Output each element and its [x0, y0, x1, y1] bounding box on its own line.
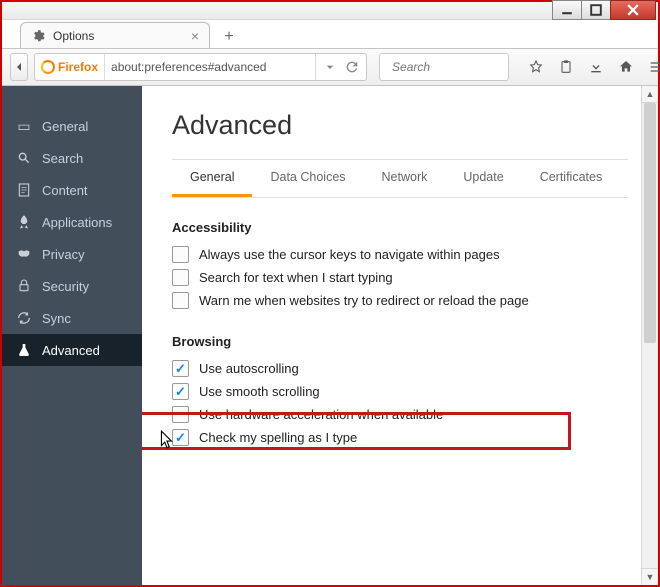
firefox-badge: Firefox: [35, 54, 105, 80]
sync-icon: [16, 310, 32, 326]
checkbox-label: Use autoscrolling: [199, 361, 299, 376]
subtab-network[interactable]: Network: [364, 160, 446, 197]
window-minimize-button[interactable]: [552, 0, 582, 20]
sidebar-item-label: Advanced: [42, 343, 100, 358]
checkbox-hardware-acceleration[interactable]: [172, 406, 189, 423]
section-accessibility-title: Accessibility: [172, 220, 628, 235]
rocket-icon: [16, 214, 32, 230]
checkbox-autoscrolling[interactable]: [172, 360, 189, 377]
download-icon: [588, 59, 604, 75]
bookmark-star-button[interactable]: [521, 53, 551, 81]
document-icon: [16, 182, 32, 198]
tab-close-icon[interactable]: ×: [191, 28, 199, 44]
checkbox-label: Use smooth scrolling: [199, 384, 320, 399]
search-box[interactable]: [379, 53, 509, 81]
checkbox-cursor-keys[interactable]: [172, 246, 189, 263]
checkbox-label: Always use the cursor keys to navigate w…: [199, 247, 500, 262]
section-browsing-title: Browsing: [172, 334, 628, 349]
back-button[interactable]: [10, 53, 28, 81]
general-icon: ▭: [16, 118, 32, 134]
downloads-button[interactable]: [581, 53, 611, 81]
checkbox-label: Warn me when websites try to redirect or…: [199, 293, 529, 308]
scroll-up-icon[interactable]: ▲: [642, 86, 658, 103]
reload-icon[interactable]: [344, 59, 360, 75]
sidebar-item-label: Applications: [42, 215, 112, 230]
checkbox-label: Check my spelling as I type: [199, 430, 357, 445]
browser-tab-options[interactable]: Options ×: [20, 22, 210, 48]
sidebar-item-label: Privacy: [42, 247, 85, 262]
sidebar-item-content[interactable]: Content: [2, 174, 142, 206]
sidebar-item-label: General: [42, 119, 88, 134]
sidebar-item-label: Security: [42, 279, 89, 294]
checkbox-smooth-scrolling[interactable]: [172, 383, 189, 400]
library-button[interactable]: [551, 53, 581, 81]
sidebar-item-label: Search: [42, 151, 83, 166]
identity-label: Firefox: [58, 60, 98, 74]
vertical-scrollbar[interactable]: ▲ ▼: [641, 86, 658, 585]
home-button[interactable]: [611, 53, 641, 81]
tab-title: Options: [53, 29, 94, 43]
clipboard-icon: [558, 59, 574, 75]
new-tab-button[interactable]: +: [216, 26, 242, 48]
dropdown-history-icon[interactable]: [322, 59, 338, 75]
checkbox-label: Use hardware acceleration when available: [199, 407, 443, 422]
sidebar-item-advanced[interactable]: Advanced: [2, 334, 142, 366]
sidebar-item-general[interactable]: ▭ General: [2, 110, 142, 142]
preferences-sidebar: ▭ General Search Content Applications Pri…: [2, 86, 142, 585]
subtab-update[interactable]: Update: [445, 160, 521, 197]
url-input[interactable]: [105, 54, 315, 80]
hamburger-icon: [648, 59, 660, 75]
lock-icon: [16, 278, 32, 294]
sidebar-item-privacy[interactable]: Privacy: [2, 238, 142, 270]
window-maximize-button[interactable]: [581, 0, 611, 20]
sidebar-item-label: Content: [42, 183, 88, 198]
mask-icon: [16, 246, 32, 262]
star-icon: [528, 59, 544, 75]
checkbox-search-on-type[interactable]: [172, 269, 189, 286]
sidebar-item-sync[interactable]: Sync: [2, 302, 142, 334]
firefox-icon: [41, 60, 55, 74]
subtab-general[interactable]: General: [172, 160, 252, 197]
gear-icon: [31, 29, 45, 43]
home-icon: [618, 59, 634, 75]
window-close-button[interactable]: [610, 0, 656, 20]
checkbox-label: Search for text when I start typing: [199, 270, 393, 285]
sidebar-item-search[interactable]: Search: [2, 142, 142, 174]
menu-button[interactable]: [641, 53, 660, 81]
subtab-data-choices[interactable]: Data Choices: [252, 160, 363, 197]
flask-icon: [16, 342, 32, 358]
subtab-certificates[interactable]: Certificates: [522, 160, 621, 197]
checkbox-spellcheck[interactable]: [172, 429, 189, 446]
preferences-content: Advanced General Data Choices Network Up…: [142, 86, 658, 585]
scroll-down-icon[interactable]: ▼: [642, 568, 658, 585]
sidebar-item-security[interactable]: Security: [2, 270, 142, 302]
sidebar-item-applications[interactable]: Applications: [2, 206, 142, 238]
url-identity-box[interactable]: Firefox: [34, 53, 367, 81]
advanced-subtabs: General Data Choices Network Update Cert…: [172, 159, 628, 198]
arrow-left-icon: [11, 59, 27, 75]
sidebar-item-label: Sync: [42, 311, 71, 326]
page-title: Advanced: [172, 110, 628, 141]
checkbox-redirect-warn[interactable]: [172, 292, 189, 309]
scroll-thumb[interactable]: [644, 103, 656, 343]
search-icon: [16, 150, 32, 166]
